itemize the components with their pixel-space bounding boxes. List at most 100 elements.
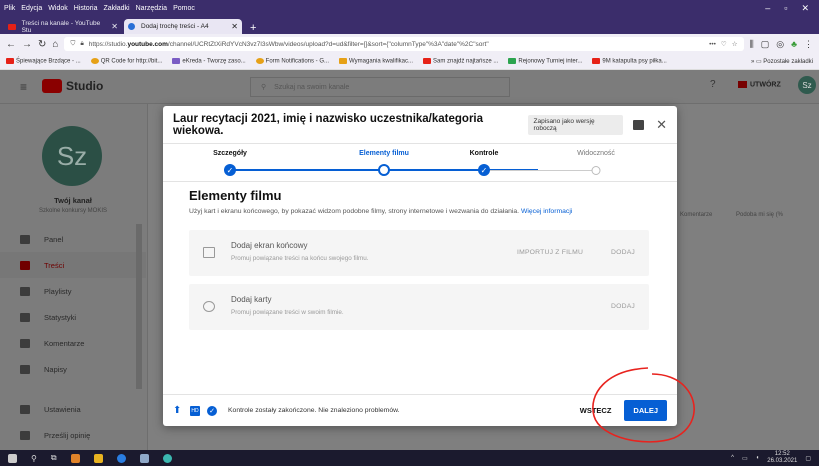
step-video-elements-label[interactable]: Elementy filmu <box>359 150 409 157</box>
studio-logo-text[interactable]: Studio <box>66 79 103 93</box>
bookmark-item[interactable]: Śpiewające Brzdące - ... <box>6 58 81 65</box>
browser-tabbar: Treści na kanale - YouTube Stu ✕ Dodaj t… <box>0 16 819 34</box>
step-details-label[interactable]: Szczegóły <box>213 150 247 157</box>
sidebar-item-analytics[interactable]: Statystyki <box>0 304 146 330</box>
import-from-video-button[interactable]: IMPORTUJ Z FILMU <box>517 249 583 256</box>
menu-help[interactable]: Pomoc <box>173 5 195 12</box>
card-description: Promuj powiązane treści na końcu swojego… <box>231 255 369 262</box>
menu-icon[interactable]: ⋮ <box>804 39 813 50</box>
bookmark-label: Rejonowy Turniej inter... <box>518 58 583 65</box>
upload-stepper: Szczegóły ✓ Elementy filmu Kontrole ✓ Wi… <box>163 144 677 182</box>
feedback-icon[interactable] <box>633 119 645 130</box>
maximize-icon[interactable]: ▫ <box>784 3 787 14</box>
sidebar-item-feedback[interactable]: Prześlij opinię <box>0 422 146 448</box>
reload-icon[interactable]: ↻ <box>38 39 46 50</box>
close-icon[interactable]: ✕ <box>656 117 667 133</box>
bookmark-label: 9M katapulta psy piłka... <box>602 58 667 65</box>
create-button[interactable]: UTWÓRZ <box>738 81 781 88</box>
close-tab-icon[interactable]: ✕ <box>111 22 118 31</box>
step-checks-label[interactable]: Kontrole <box>470 150 499 157</box>
windows-start-icon[interactable] <box>8 453 17 463</box>
column-comments[interactable]: Komentarze <box>680 212 712 218</box>
menu-tools[interactable]: Narzędzia <box>136 5 168 12</box>
check-icon[interactable]: ✓ <box>478 164 490 176</box>
forward-arrow-icon[interactable]: → <box>22 39 32 50</box>
column-likes[interactable]: Podoba mi się (% <box>736 212 783 218</box>
bookmark-star-icon[interactable]: ☆ <box>732 40 738 48</box>
volume-icon[interactable]: ◖ <box>756 455 760 461</box>
sidebar-item-settings[interactable]: Ustawienia <box>0 396 146 422</box>
close-tab-icon[interactable]: ✕ <box>231 22 238 31</box>
page-actions-icon[interactable]: ••• <box>709 41 716 48</box>
back-arrow-icon[interactable]: ← <box>6 39 16 50</box>
bookmark-item[interactable]: Rejonowy Turniej inter... <box>508 58 582 65</box>
tab-a4[interactable]: Dodaj trochę treści - A4 ✕ <box>124 19 242 34</box>
sidebar-item-content[interactable]: Treści <box>0 252 146 278</box>
url-prefix: https://studio. <box>88 40 128 48</box>
home-icon[interactable]: ⌂ <box>52 39 58 50</box>
account-icon[interactable]: ◎ <box>776 39 784 50</box>
menu-view[interactable]: Widok <box>48 5 67 12</box>
bookmark-item[interactable]: Wymagania kwalifikac... <box>339 58 413 65</box>
bookmarks-bar: Śpiewające Brzdące - ... QR Code for htt… <box>0 54 819 70</box>
lock-icon: 🔒︎ <box>80 40 84 47</box>
hamburger-icon[interactable]: ≡ <box>20 80 27 94</box>
app-icon[interactable] <box>162 453 172 463</box>
menu-file[interactable]: Plik <box>4 5 15 12</box>
a4-icon <box>128 23 135 30</box>
edge-icon[interactable] <box>116 453 126 463</box>
cards-card: Dodaj karty Promuj powiązane treści w sw… <box>189 284 649 330</box>
pending-step-icon[interactable] <box>591 165 601 175</box>
sidebar-item-playlists[interactable]: Playlisty <box>0 278 146 304</box>
sidebar-item-panel[interactable]: Panel <box>0 226 146 252</box>
library-icon[interactable]: ⫼ <box>750 39 754 50</box>
new-tab-icon[interactable]: + <box>244 22 262 34</box>
channel-avatar[interactable]: Sz <box>42 126 102 186</box>
search-icon[interactable]: ⚲ <box>31 454 37 463</box>
check-icon[interactable]: ✓ <box>224 164 236 176</box>
learn-more-link[interactable]: Więcej informacji <box>521 208 572 215</box>
other-bookmarks[interactable]: » ▭ Pozostałe zakładki <box>751 58 813 65</box>
sidebar-scrollbar[interactable] <box>136 224 142 389</box>
close-window-icon[interactable]: ✕ <box>801 3 809 14</box>
minimize-icon[interactable]: – <box>765 3 770 14</box>
notifications-icon[interactable]: ▢ <box>805 455 811 462</box>
extension-icon[interactable]: ♣ <box>791 39 797 50</box>
tab-youtube-studio[interactable]: Treści na kanale - YouTube Stu ✕ <box>4 19 122 34</box>
network-icon[interactable]: ▭ <box>742 455 748 462</box>
step-connector <box>484 170 596 171</box>
bookmark-item[interactable]: eKreda - Tworzę zaso... <box>172 58 246 65</box>
task-view-icon[interactable]: ⧉ <box>51 453 57 463</box>
tray-arrow-icon[interactable]: ^ <box>731 455 734 461</box>
upload-icon: ⬆ <box>173 404 182 416</box>
bookmark-item[interactable]: Sam znajdź najtańsze ... <box>423 58 498 65</box>
bookmark-item[interactable]: Form Notifications - G... <box>255 58 329 65</box>
step-visibility-label[interactable]: Widoczność <box>577 150 615 157</box>
pocket-icon[interactable]: ♡ <box>721 40 727 48</box>
comments-icon <box>20 338 30 348</box>
youtube-logo-icon[interactable] <box>42 79 62 93</box>
menu-edit[interactable]: Edycja <box>21 5 42 12</box>
studio-search-input[interactable]: ⚲ Szukaj na swoim kanale <box>250 77 510 97</box>
menu-bookmarks[interactable]: Zakładki <box>103 5 129 12</box>
info-icon <box>203 301 215 312</box>
sidebar-icon[interactable]: ▢ <box>761 39 770 50</box>
menu-history[interactable]: Historia <box>74 5 98 12</box>
sidebar-item-comments[interactable]: Komentarze <box>0 330 146 356</box>
header-avatar[interactable]: Sz <box>798 76 816 94</box>
clock[interactable]: 12:52 26.03.2021 <box>767 451 797 465</box>
sidebar-item-subtitles[interactable]: Napisy <box>0 356 146 382</box>
add-cards-button[interactable]: DODAJ <box>611 303 635 310</box>
dialog-header: Laur recytacji 2021, imię i nazwisko ucz… <box>163 106 677 144</box>
add-end-screen-button[interactable]: DODAJ <box>611 249 635 256</box>
current-step-icon[interactable] <box>378 164 390 176</box>
bookmark-item[interactable]: 9M katapulta psy piłka... <box>592 58 667 65</box>
app-icon[interactable] <box>139 453 149 463</box>
youtube-icon <box>423 58 431 65</box>
section-description-text: Użyj kart i ekranu końcowego, by pokazać… <box>189 208 520 215</box>
help-icon[interactable]: ? <box>710 79 716 90</box>
bookmark-item[interactable]: QR Code for http://bit... <box>90 58 162 65</box>
url-bar[interactable]: ⛉ 🔒︎ https://studio.youtube.com/channel/… <box>64 37 744 51</box>
firefox-icon[interactable] <box>70 453 80 463</box>
explorer-icon[interactable] <box>93 453 103 463</box>
